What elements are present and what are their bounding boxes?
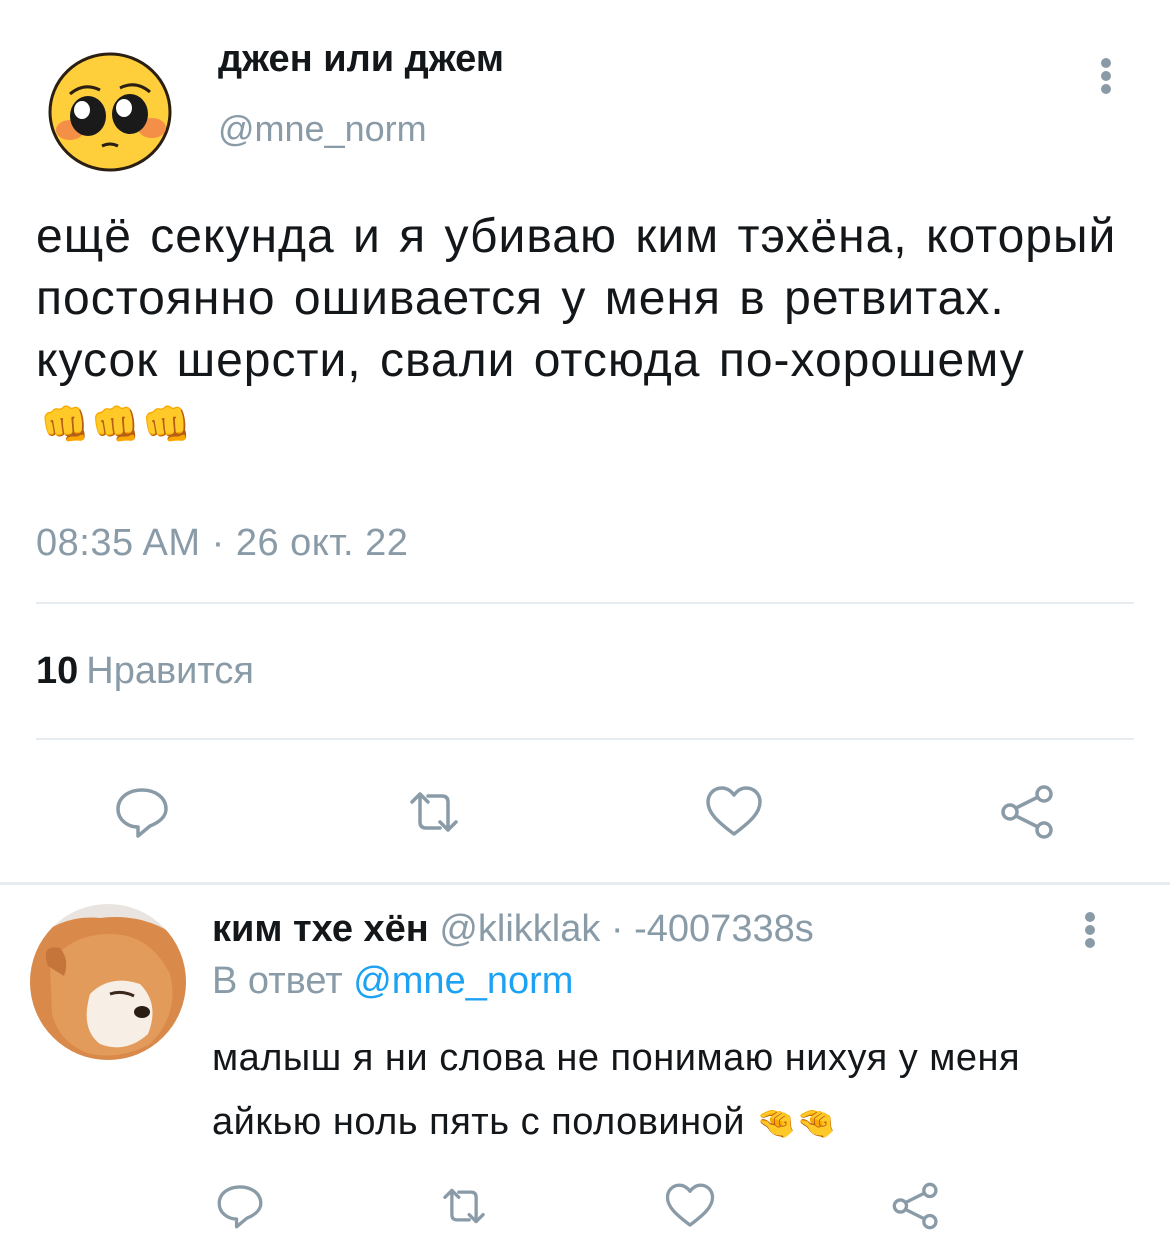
author-avatar[interactable] (44, 42, 176, 174)
more-options-icon[interactable] (1094, 56, 1118, 96)
retweet-icon[interactable] (404, 782, 464, 842)
tweet-timestamp[interactable]: 08:35 AM · 26 окт. 22 (36, 522, 408, 565)
like-icon[interactable] (664, 1180, 716, 1232)
reply-author-name[interactable]: ким тхе хён (212, 908, 429, 950)
divider (36, 602, 1134, 604)
blushing-emoji-avatar-icon (48, 52, 172, 172)
like-icon[interactable] (704, 782, 764, 842)
reply-header: ким тхе хён @klikklak · -4007338s (212, 908, 814, 951)
tweet-text: ещё секунда и я убиваю ким тэхёна, котор… (36, 206, 1136, 456)
tweet-body: ещё секунда и я убиваю ким тэхёна, котор… (36, 210, 1117, 387)
more-options-icon[interactable] (1078, 910, 1102, 950)
likes-count: 10 (36, 650, 79, 692)
likes-row[interactable]: 10 Нравится (36, 650, 254, 693)
shiba-dog-avatar-icon (30, 904, 186, 1060)
divider (36, 738, 1134, 740)
share-icon[interactable] (890, 1180, 942, 1232)
reply-to-line: В ответ @mne_norm (212, 960, 573, 1003)
reply-icon[interactable] (214, 1180, 266, 1232)
reply-author-avatar[interactable] (30, 904, 186, 1060)
section-divider (0, 882, 1170, 885)
reply-body: малыш я ни слова не понимаю нихуя у меня… (212, 1037, 1021, 1143)
reply-meta: @klikklak · -4007338s (428, 908, 814, 950)
reply-mention-link[interactable]: @mne_norm (353, 960, 573, 1002)
reply-text: малыш я ни слова не понимаю нихуя у меня… (212, 1026, 1112, 1155)
author-handle[interactable]: @mne_norm (218, 108, 427, 150)
reply-to-prefix: В ответ (212, 960, 354, 1002)
share-icon[interactable] (998, 782, 1058, 842)
fist-emoji: 👊👊👊 (40, 403, 193, 448)
reply-icon[interactable] (112, 782, 172, 842)
likes-label: Нравится (86, 650, 254, 692)
pinch-emoji: 🤏🤏 (756, 1105, 837, 1141)
retweet-icon[interactable] (438, 1180, 490, 1232)
author-name[interactable]: джен или джем (218, 38, 504, 81)
